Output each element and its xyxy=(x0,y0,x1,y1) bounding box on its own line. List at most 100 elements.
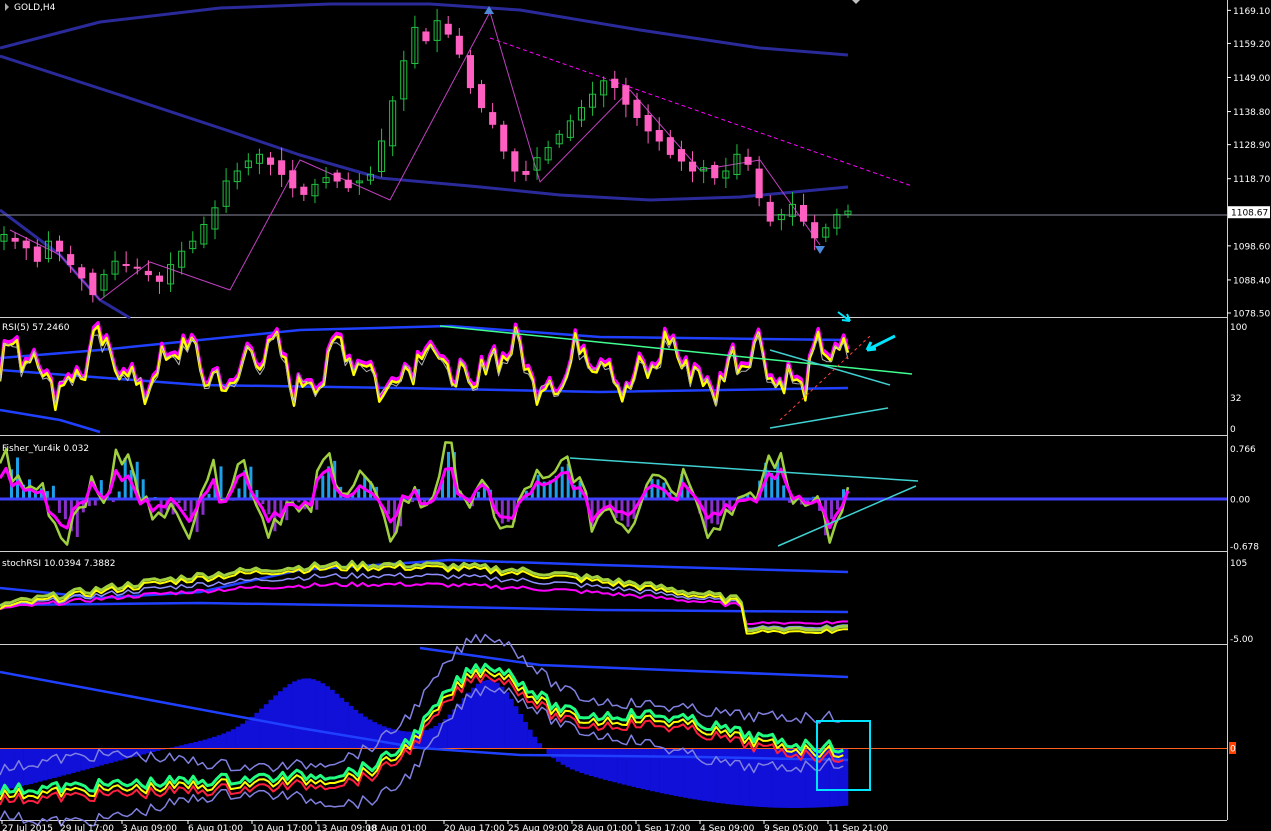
candle-body xyxy=(133,266,141,269)
candle-body xyxy=(155,275,163,282)
time-tick-label: 10 Aug 17:00 xyxy=(252,824,313,831)
oscillator-bar xyxy=(315,680,321,748)
candle-body xyxy=(11,237,19,242)
oscillator-bar xyxy=(588,748,594,776)
oscillator-bar xyxy=(626,748,632,786)
oscillator-bar xyxy=(669,748,674,796)
oscillator-bar xyxy=(329,689,335,748)
candle-body xyxy=(644,115,652,132)
price-tick-label: 1078.50 xyxy=(1233,310,1270,320)
fisher-bar xyxy=(500,499,504,524)
candle-body xyxy=(300,186,308,195)
candle-body xyxy=(677,149,686,162)
oscillator-bar xyxy=(226,731,232,748)
oscillator-bar xyxy=(494,682,500,748)
oscillator-bar xyxy=(659,748,665,794)
oscillator-bar xyxy=(216,735,222,748)
oscillator-bar xyxy=(169,747,175,748)
time-tick-label: 1 Sep 17:00 xyxy=(636,824,691,831)
oscillator-bar xyxy=(325,686,331,748)
price-tick-label: 1149.00 xyxy=(1233,74,1270,84)
fisher-pane-title: Fisher_Yur4ik 0.032 xyxy=(2,444,89,454)
candle-body xyxy=(622,85,630,105)
oscillator-bar xyxy=(522,721,528,748)
oscillator-bar xyxy=(249,716,255,748)
oscillator-bar xyxy=(358,713,363,748)
price-tick-label: 1159.20 xyxy=(1233,40,1270,50)
stochrsi-pane-title: stochRSI 10.0394 7.3882 xyxy=(2,559,115,569)
fisher-tick-label: -0.678 xyxy=(1230,543,1259,553)
oscillator-bar xyxy=(767,748,773,808)
time-tick-label: 28 Aug 01:00 xyxy=(572,824,633,831)
oscillator-bar xyxy=(499,686,505,748)
oscillator-bar xyxy=(664,748,670,795)
time-tick-label: 25 Aug 09:00 xyxy=(508,824,569,831)
oscillator-bar xyxy=(47,748,53,780)
candle-body xyxy=(811,222,819,239)
oscillator-bar xyxy=(362,716,368,748)
candle-body xyxy=(766,201,774,222)
oscillator-bar xyxy=(292,681,298,748)
candle-body xyxy=(278,160,286,175)
oscillator-bar xyxy=(273,695,279,748)
oscillator-bar xyxy=(631,748,637,787)
candle-body xyxy=(422,31,430,42)
oscillator-bar xyxy=(282,687,288,748)
oscillator-bar xyxy=(230,729,236,748)
oscillator-bar xyxy=(278,691,283,748)
oscillator-bar xyxy=(584,748,590,775)
oscillator-bar xyxy=(687,748,693,799)
oscillator-bar xyxy=(537,743,543,748)
oscillator-bar xyxy=(259,708,265,748)
fisher-bar xyxy=(201,499,205,515)
oscillator-bar xyxy=(772,748,778,808)
oscillator-bar xyxy=(70,748,76,773)
oscillator-bar xyxy=(287,684,293,748)
oscillator-bar xyxy=(753,748,759,807)
oscillator-bar xyxy=(640,748,646,790)
oscillator-bar xyxy=(673,748,679,796)
fisher-bar xyxy=(650,478,654,500)
oscillator-bar xyxy=(805,748,811,808)
fisher-bar xyxy=(183,499,187,512)
time-tick-label: 3 Aug 09:00 xyxy=(122,824,177,831)
oscillator-bar xyxy=(343,701,349,748)
candle-body xyxy=(455,35,463,55)
time-tick-label: 9 Sep 05:00 xyxy=(764,824,819,831)
candle-body xyxy=(22,240,30,249)
oscillator-bar xyxy=(654,748,660,793)
candle-body xyxy=(511,151,519,172)
fisher-bar xyxy=(710,499,714,524)
oscillator-bar xyxy=(843,748,849,806)
time-tick-label: 18 Aug 01:00 xyxy=(366,824,427,831)
oscillator-bar xyxy=(339,697,345,748)
oscillator-bar xyxy=(763,748,769,808)
oscillator-bar xyxy=(527,729,533,748)
oscillator-bar xyxy=(235,726,241,748)
price-pane-title: GOLD,H4 xyxy=(14,3,56,13)
oscillator-bar xyxy=(621,748,627,785)
fisher-tick-label: 0.766 xyxy=(1230,445,1256,455)
oscillator-bar xyxy=(372,722,378,748)
oscillator-bar xyxy=(80,748,86,771)
oscillator-bar xyxy=(320,683,326,748)
current-price-label: 1108.67 xyxy=(1231,209,1268,219)
oscillator-bar xyxy=(348,705,354,748)
candle-body xyxy=(444,23,452,35)
fisher-bar xyxy=(620,499,624,521)
fisher-bar xyxy=(315,499,319,510)
oscillator-bar xyxy=(504,692,510,748)
oscillator-bar xyxy=(240,723,246,748)
fisher-bar xyxy=(57,499,61,513)
fisher-tick-label: 0.00 xyxy=(1230,496,1250,506)
rsi-tick-label: 100 xyxy=(1230,323,1247,333)
rsi-tick-label: 32 xyxy=(1230,394,1241,404)
candle-body xyxy=(655,130,663,142)
oscillator-zero-label: 0 xyxy=(1230,745,1236,755)
candle-body xyxy=(56,240,64,252)
oscillator-bar xyxy=(66,748,71,775)
fisher-bar xyxy=(782,485,786,499)
candle-body xyxy=(478,84,486,109)
oscillator-bar xyxy=(301,678,307,748)
trading-chart[interactable]: GOLD,H4 1169.10 1159.20 1149.00 1138.80 1128… xyxy=(0,0,1271,831)
